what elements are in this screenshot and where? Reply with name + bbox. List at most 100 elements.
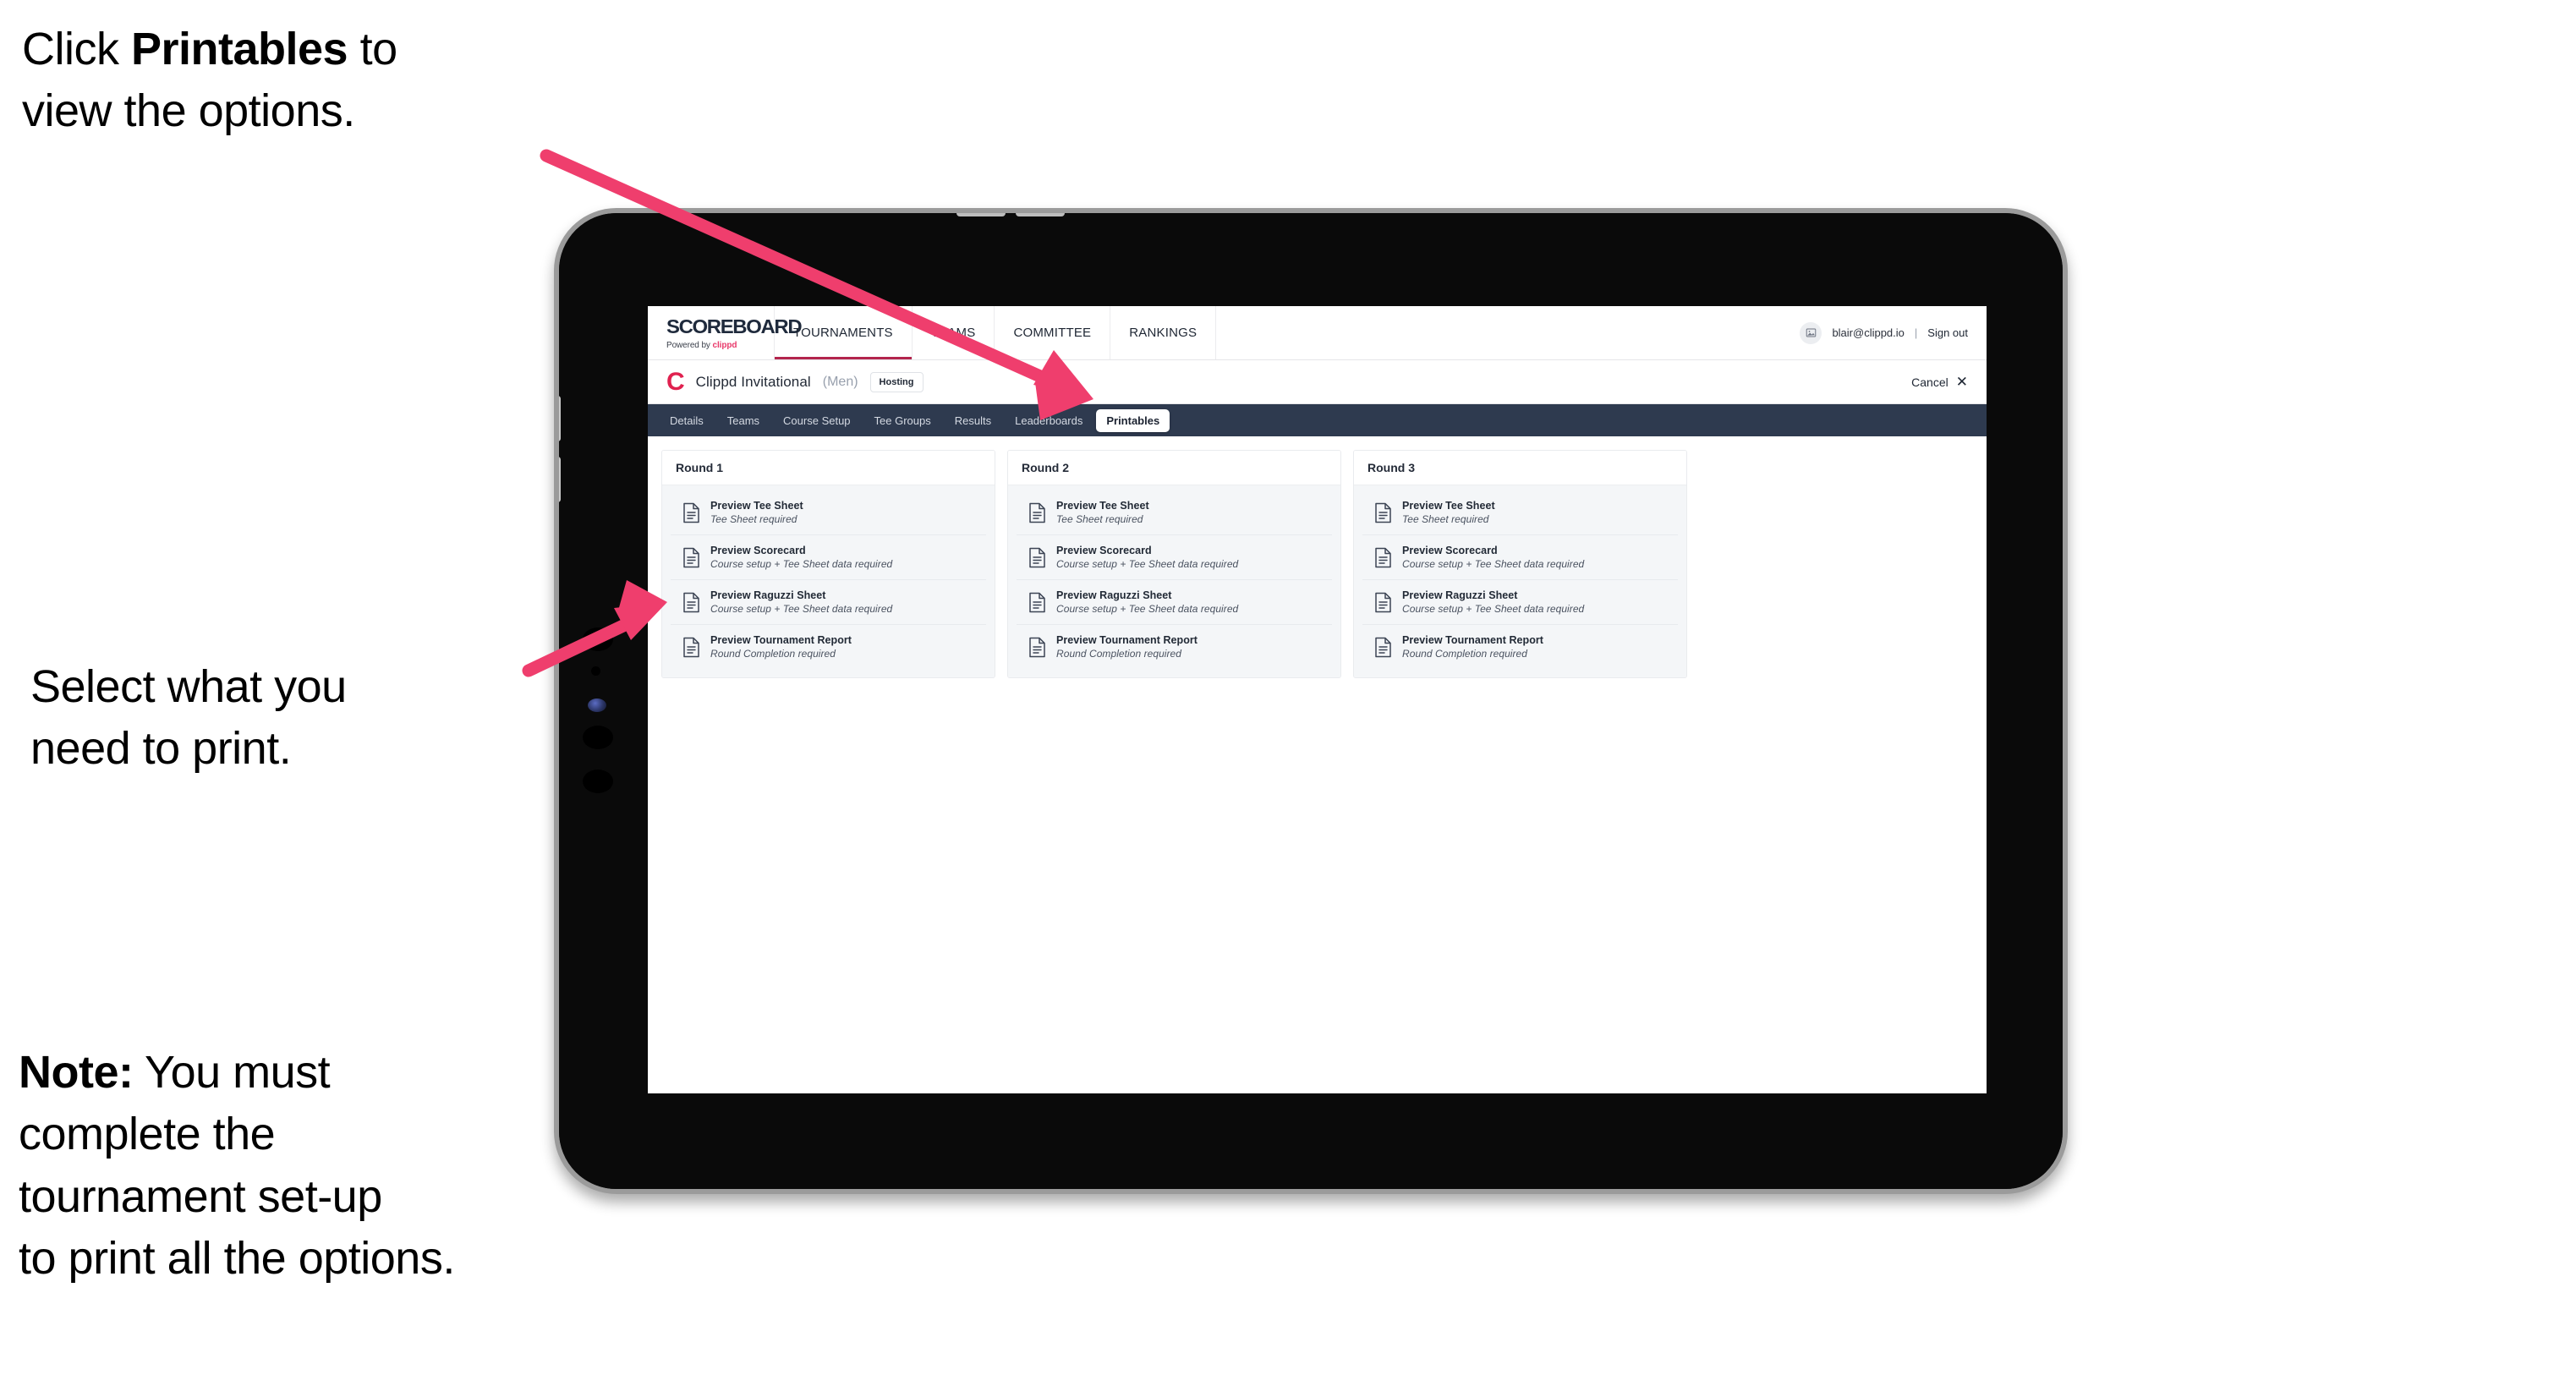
tournament-tab-bar: Details Teams Course Setup Tee Groups Re… bbox=[648, 404, 1987, 436]
printable-title: Preview Scorecard bbox=[1402, 545, 1498, 556]
round-items-list: Preview Tee Sheet Tee Sheet required Pre… bbox=[1354, 485, 1686, 677]
nav-item-tournaments[interactable]: TOURNAMENTS bbox=[775, 306, 913, 359]
document-icon bbox=[683, 592, 699, 612]
round-items-list: Preview Tee Sheet Tee Sheet required Pre… bbox=[1008, 485, 1340, 677]
printable-title: Preview Tee Sheet bbox=[710, 500, 803, 512]
printable-requirement: Tee Sheet required bbox=[710, 513, 797, 525]
annotation-note-bold: Note: bbox=[19, 1047, 134, 1098]
tab-results[interactable]: Results bbox=[945, 409, 1001, 432]
tablet-side-button-1[interactable] bbox=[559, 396, 561, 441]
tournament-gender: (Men) bbox=[822, 374, 858, 389]
printable-item-text: Preview Scorecard Course setup + Tee She… bbox=[1056, 545, 1238, 570]
printable-item-scorecard[interactable]: Preview Scorecard Course setup + Tee She… bbox=[1017, 535, 1332, 580]
tab-tee-groups[interactable]: Tee Groups bbox=[864, 409, 941, 432]
printable-title: Preview Raguzzi Sheet bbox=[1402, 589, 1518, 601]
printable-item-tee-sheet[interactable]: Preview Tee Sheet Tee Sheet required bbox=[1017, 490, 1332, 535]
app-screen: SCOREBOARD Powered by clippd TOURNAMENTS… bbox=[648, 306, 1987, 1093]
tab-course-setup[interactable]: Course Setup bbox=[773, 409, 861, 432]
printable-requirement: Tee Sheet required bbox=[1402, 513, 1489, 525]
scoreboard-wordmark: SCOREBOARD bbox=[666, 315, 803, 337]
round-items-list: Preview Tee Sheet Tee Sheet required Pre… bbox=[662, 485, 995, 677]
app-top-bar: SCOREBOARD Powered by clippd TOURNAMENTS… bbox=[648, 306, 1987, 360]
printable-item-scorecard[interactable]: Preview Scorecard Course setup + Tee She… bbox=[671, 535, 986, 580]
tablet-top-speaker-slit-2 bbox=[1016, 213, 1065, 216]
tablet-device-frame: SCOREBOARD Powered by clippd TOURNAMENTS… bbox=[554, 208, 2068, 1194]
printable-title: Preview Raguzzi Sheet bbox=[1056, 589, 1172, 601]
tab-label-printables: Printables bbox=[1106, 414, 1160, 427]
tab-label-course-setup: Course Setup bbox=[783, 414, 851, 427]
annotation-click-prefix: Click bbox=[22, 24, 131, 74]
printable-requirement: Course setup + Tee Sheet data required bbox=[710, 558, 893, 570]
nav-item-rankings[interactable]: RANKINGS bbox=[1110, 306, 1217, 359]
printable-requirement: Course setup + Tee Sheet data required bbox=[1402, 558, 1585, 570]
printable-requirement: Course setup + Tee Sheet data required bbox=[710, 603, 893, 615]
printable-title: Preview Scorecard bbox=[1056, 545, 1152, 556]
printable-item-tournament-report[interactable]: Preview Tournament Report Round Completi… bbox=[671, 625, 986, 669]
round-column: Round 1 Preview Tee Sheet Tee Sheet requ… bbox=[661, 450, 995, 678]
nav-item-teams[interactable]: TEAMS bbox=[913, 306, 995, 359]
printable-item-raguzzi-sheet[interactable]: Preview Raguzzi Sheet Course setup + Tee… bbox=[1362, 580, 1678, 625]
printable-item-tee-sheet[interactable]: Preview Tee Sheet Tee Sheet required bbox=[1362, 490, 1678, 535]
printable-item-tournament-report[interactable]: Preview Tournament Report Round Completi… bbox=[1362, 625, 1678, 669]
avatar[interactable] bbox=[1800, 321, 1822, 344]
account-separator: | bbox=[1914, 326, 1918, 339]
tab-label-leaderboards: Leaderboards bbox=[1015, 414, 1083, 427]
tablet-mic-dot-1 bbox=[583, 726, 613, 749]
annotation-click-printables: Click Printables to view the options. bbox=[22, 19, 614, 143]
printable-item-text: Preview Tee Sheet Tee Sheet required bbox=[1056, 500, 1149, 525]
printable-requirement: Course setup + Tee Sheet data required bbox=[1056, 603, 1239, 615]
printable-requirement: Course setup + Tee Sheet data required bbox=[1402, 603, 1585, 615]
tablet-bezel: SCOREBOARD Powered by clippd TOURNAMENTS… bbox=[559, 213, 2063, 1189]
tab-teams[interactable]: Teams bbox=[717, 409, 770, 432]
document-icon bbox=[1375, 547, 1391, 567]
status-badge: Hosting bbox=[869, 371, 924, 392]
tablet-sensor-dot bbox=[591, 666, 600, 676]
printable-title: Preview Tee Sheet bbox=[1056, 500, 1149, 512]
round-title: Round 1 bbox=[662, 451, 995, 485]
tab-label-teams: Teams bbox=[726, 414, 760, 427]
cancel-label: Cancel bbox=[1911, 375, 1948, 389]
tab-printables[interactable]: Printables bbox=[1096, 408, 1170, 432]
scoreboard-logo[interactable]: SCOREBOARD Powered by clippd bbox=[648, 306, 803, 359]
annotation-select-print: Select what you need to print. bbox=[30, 661, 347, 775]
printable-title: Preview Tee Sheet bbox=[1402, 500, 1495, 512]
tab-details[interactable]: Details bbox=[660, 409, 714, 432]
printable-item-text: Preview Raguzzi Sheet Course setup + Tee… bbox=[1056, 589, 1238, 615]
nav-item-committee[interactable]: COMMITTEE bbox=[995, 306, 1111, 359]
nav-label-teams: TEAMS bbox=[930, 326, 976, 340]
account-email: blair@clippd.io bbox=[1832, 326, 1905, 339]
printable-item-scorecard[interactable]: Preview Scorecard Course setup + Tee She… bbox=[1362, 535, 1678, 580]
printable-requirement: Round Completion required bbox=[1056, 648, 1182, 660]
printable-title: Preview Scorecard bbox=[710, 545, 806, 556]
document-icon bbox=[683, 547, 699, 567]
round-title: Round 3 bbox=[1354, 451, 1686, 485]
clippd-brand-text: clippd bbox=[712, 341, 737, 350]
printable-item-tee-sheet[interactable]: Preview Tee Sheet Tee Sheet required bbox=[671, 490, 986, 535]
printable-item-text: Preview Scorecard Course setup + Tee She… bbox=[710, 545, 892, 570]
close-icon: ✕ bbox=[1955, 374, 1968, 390]
nav-label-tournaments: TOURNAMENTS bbox=[793, 326, 893, 340]
printable-item-text: Preview Tee Sheet Tee Sheet required bbox=[1402, 500, 1495, 525]
user-image-icon bbox=[1806, 328, 1817, 337]
tablet-mic-dot-2 bbox=[583, 770, 613, 793]
document-icon bbox=[1029, 637, 1045, 657]
document-icon bbox=[1029, 592, 1045, 612]
main-navigation: TOURNAMENTS TEAMS COMMITTEE RANKINGS bbox=[775, 306, 1217, 359]
tab-leaderboards[interactable]: Leaderboards bbox=[1005, 409, 1093, 432]
nav-label-committee: COMMITTEE bbox=[1013, 326, 1092, 340]
printable-requirement: Round Completion required bbox=[710, 648, 836, 660]
printable-item-tournament-report[interactable]: Preview Tournament Report Round Completi… bbox=[1017, 625, 1332, 669]
cancel-button[interactable]: Cancel ✕ bbox=[1911, 375, 1968, 389]
round-column: Round 3 Preview Tee Sheet Tee Sheet requ… bbox=[1353, 450, 1687, 678]
printable-item-text: Preview Scorecard Course setup + Tee She… bbox=[1402, 545, 1584, 570]
tablet-side-button-2[interactable] bbox=[559, 457, 561, 502]
document-icon bbox=[1029, 547, 1045, 567]
tab-label-results: Results bbox=[954, 414, 992, 427]
powered-by-text: Powered by bbox=[666, 341, 713, 350]
printable-item-raguzzi-sheet[interactable]: Preview Raguzzi Sheet Course setup + Tee… bbox=[1017, 580, 1332, 625]
document-icon bbox=[1375, 592, 1391, 612]
nav-label-rankings: RANKINGS bbox=[1129, 326, 1198, 340]
sign-out-link[interactable]: Sign out bbox=[1927, 326, 1968, 339]
document-icon bbox=[683, 637, 699, 657]
printable-item-raguzzi-sheet[interactable]: Preview Raguzzi Sheet Course setup + Tee… bbox=[671, 580, 986, 625]
